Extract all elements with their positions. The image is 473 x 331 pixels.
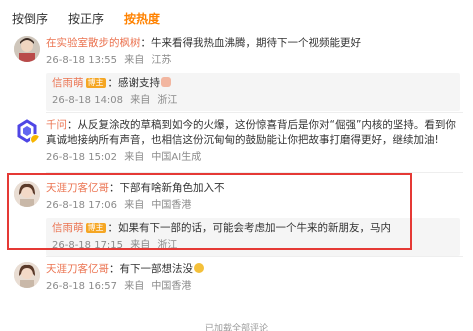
avatar[interactable]	[14, 181, 40, 207]
separator: ：	[140, 37, 152, 49]
comment-username[interactable]: 天涯刀客亿哥	[46, 182, 109, 194]
load-complete-text: 已加载全部评论	[204, 324, 268, 331]
comment-body: 天涯刀客亿哥：有下一部想法没 26-8-18 16:57 来自 中国香港	[46, 262, 460, 295]
reply-box: 信雨萌 博主 ：如果有下一部的话，可能会考虑加一个牛来的新朋友，马内 26-8-18…	[46, 218, 460, 256]
reply-from: 来自	[130, 240, 151, 251]
comment-from: 来自	[124, 281, 145, 292]
comment-location: 中国香港	[151, 200, 192, 211]
separator: ：	[107, 222, 119, 234]
tab-hot-order[interactable]: 按热度	[124, 10, 160, 27]
smiley-emoji-icon	[194, 263, 204, 273]
reply-time: 26-8-18 14:08	[52, 95, 124, 106]
reply-meta: 26-8-18 14:08 来自 浙江	[52, 93, 454, 109]
comment-time: 26-8-18 17:06	[46, 200, 118, 211]
tab-reverse-order[interactable]: 按倒序	[12, 10, 48, 27]
comment-text: 牛来看得我热血沸腾，期待下一个视频能更好	[151, 37, 361, 49]
avatar[interactable]	[14, 36, 40, 62]
comment-username[interactable]: 千问	[46, 119, 67, 131]
comment-page: 按倒序 按正序 按热度 在实验室散步的枫树：牛来看得我热血沸腾，期待下一个视频能…	[0, 0, 473, 331]
comment-from: 来自	[124, 200, 145, 211]
verified-badge-icon	[30, 134, 40, 144]
tab-forward-order[interactable]: 按正序	[68, 10, 104, 27]
separator: ：	[109, 263, 120, 275]
author-badge: 博主	[85, 78, 106, 88]
reply-location: 浙江	[157, 95, 178, 106]
comment-meta: 26-8-18 17:06 来自 中国香港	[46, 198, 460, 214]
comment-time: 26-8-18 13:55	[46, 55, 118, 66]
comment-location: 中国AI生成	[151, 152, 202, 163]
comment-location: 江苏	[151, 55, 172, 66]
comment-time: 26-8-18 16:57	[46, 281, 118, 292]
separator: ：	[107, 77, 119, 89]
comment-username[interactable]: 在实验室散步的枫树	[46, 37, 141, 49]
comment-from: 来自	[124, 152, 145, 163]
comment-time: 26-8-18 15:02	[46, 152, 118, 163]
reply-text: 感谢支持	[118, 77, 160, 89]
comment-body: 天涯刀客亿哥：下部有啥新角色加入不 26-8-18 17:06 来自 中国香港 …	[46, 181, 460, 256]
reply-box: 信雨萌 博主 ：感谢支持 26-8-18 14:08 来自 浙江	[46, 73, 460, 111]
reply-from: 来自	[130, 95, 151, 106]
comment-meta: 26-8-18 13:55 来自 江苏	[46, 53, 460, 69]
comment-text-line2: 真诚地接纳所有声音，也相信这份沉甸甸的鼓励能让你把故事打磨得更好，继续加油!	[46, 134, 439, 146]
reply-time: 26-8-18 17:15	[52, 240, 124, 251]
reply-text: 如果有下一部的话，可能会考虑加一个牛来的新朋友，马内	[118, 222, 391, 234]
reply-location: 浙江	[157, 240, 178, 251]
comment-from: 来自	[124, 55, 145, 66]
folded-hands-emoji-icon	[161, 77, 171, 87]
comment-text-line1: 从反复涂改的草稿到如今的火爆，这份惊喜背后是你对“倔强”内核的坚持。看到你	[77, 119, 456, 131]
divider	[46, 112, 463, 113]
separator: ：	[67, 119, 78, 131]
comment-location: 中国香港	[151, 281, 192, 292]
avatar-image-icon	[14, 262, 40, 288]
reply-meta: 26-8-18 17:15 来自 浙江	[52, 238, 454, 254]
avatar-image-icon	[14, 181, 40, 207]
comment-meta: 26-8-18 15:02 来自 中国AI生成	[46, 150, 460, 166]
divider	[46, 256, 463, 257]
comment-username[interactable]: 天涯刀客亿哥	[46, 263, 109, 275]
comment-text: 下部有啥新角色加入不	[119, 182, 225, 194]
comment-text: 有下一部想法没	[119, 263, 194, 275]
reply-username[interactable]: 信雨萌	[52, 77, 84, 89]
avatar-image-icon	[14, 36, 40, 62]
reply-username[interactable]: 信雨萌	[52, 222, 84, 234]
separator: ：	[109, 182, 120, 194]
avatar[interactable]	[14, 262, 40, 288]
comment-meta: 26-8-18 16:57 来自 中国香港	[46, 279, 460, 295]
sort-tabs: 按倒序 按正序 按热度	[12, 8, 180, 28]
comment-body: 在实验室散步的枫树：牛来看得我热血沸腾，期待下一个视频能更好 26-8-18 1…	[46, 36, 460, 111]
divider	[46, 172, 463, 173]
comment-body: 千问：从反复涂改的草稿到如今的火爆，这份惊喜背后是你对“倔强”内核的坚持。看到你…	[46, 118, 460, 166]
author-badge: 博主	[85, 223, 106, 233]
avatar[interactable]	[14, 118, 40, 144]
